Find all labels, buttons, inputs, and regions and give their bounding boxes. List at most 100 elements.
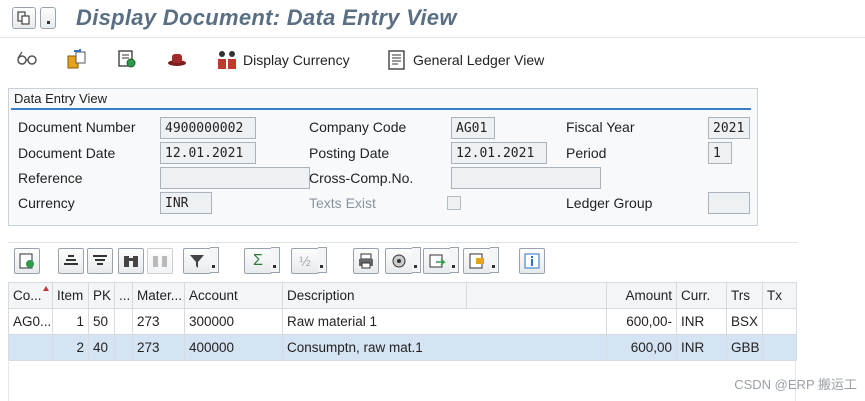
sum-icon: Σ xyxy=(253,252,263,269)
cell-item[interactable]: 2 xyxy=(52,334,89,361)
ledger-group-field[interactable] xyxy=(708,192,750,214)
views-dropdown[interactable] xyxy=(412,247,421,273)
column-header[interactable]: Amount xyxy=(606,282,677,309)
subtotal-dropdown[interactable] xyxy=(318,247,327,273)
cell-currency[interactable]: INR xyxy=(676,308,727,335)
cell-account[interactable]: 300000 xyxy=(184,308,283,335)
cell-s[interactable] xyxy=(114,334,133,361)
cell-company[interactable] xyxy=(8,334,53,361)
currency-label: Currency xyxy=(18,195,75,211)
currency-field[interactable]: INR xyxy=(160,192,212,214)
find-button[interactable] xyxy=(118,248,144,274)
cell-pk[interactable]: 40 xyxy=(88,334,115,361)
cell-amount[interactable]: 600,00 xyxy=(606,334,677,361)
document-header-icon[interactable] xyxy=(116,48,138,70)
cell-trs[interactable]: BSX xyxy=(726,308,763,335)
cross-comp-field[interactable] xyxy=(451,167,601,189)
watermark-text: CSDN @ERP 搬运工 xyxy=(734,377,857,392)
document-date-field[interactable]: 12.01.2021 xyxy=(160,142,256,164)
glasses-icon[interactable] xyxy=(16,48,38,70)
details-button[interactable] xyxy=(14,248,40,274)
column-header[interactable]: ... xyxy=(114,282,133,309)
application-toolbar: Display Currency General Ledger View xyxy=(0,42,865,78)
document-number-field[interactable]: 4900000002 xyxy=(160,117,256,139)
details-icon xyxy=(19,253,34,269)
column-header[interactable]: Curr. xyxy=(676,282,727,309)
general-ledger-view-label: General Ledger View xyxy=(413,52,545,68)
hat-icon[interactable] xyxy=(166,48,188,70)
company-code-field[interactable]: AG01 xyxy=(451,117,495,139)
total-button[interactable]: Σ xyxy=(244,247,280,274)
cell-material[interactable]: 273 xyxy=(132,334,185,361)
table-header-row: Co... Item PK ... Mater... Account Descr… xyxy=(8,282,797,309)
column-header[interactable] xyxy=(466,282,607,309)
column-header[interactable]: Co... xyxy=(8,282,53,309)
ledger-group-label: Ledger Group xyxy=(566,195,653,211)
filter-icon xyxy=(190,255,204,268)
layout-button[interactable] xyxy=(463,247,499,274)
column-header[interactable]: Item xyxy=(52,282,89,309)
other-document-icon[interactable] xyxy=(66,48,88,70)
alv-toolbar: Σ ½ xyxy=(8,242,798,278)
find-next-button[interactable] xyxy=(147,248,173,274)
document-number-label: Document Number xyxy=(18,119,136,135)
export-button[interactable] xyxy=(423,247,459,274)
posting-date-label: Posting Date xyxy=(309,145,390,161)
cell-trs[interactable]: GBB xyxy=(726,334,763,361)
column-header[interactable]: PK xyxy=(88,282,115,309)
cell-description[interactable]: Raw material 1 xyxy=(282,308,607,335)
column-header[interactable]: Tx xyxy=(762,282,797,309)
line-items-table: Co... Item PK ... Mater... Account Descr… xyxy=(8,282,797,361)
column-header[interactable]: Trs xyxy=(726,282,763,309)
cell-account[interactable]: 400000 xyxy=(184,334,283,361)
column-header[interactable]: Mater... xyxy=(132,282,185,309)
cross-comp-label: Cross-Comp.No. xyxy=(309,170,414,186)
group-title: Data Entry View xyxy=(14,91,107,106)
filter-dropdown[interactable] xyxy=(210,247,219,273)
layout-icon xyxy=(469,253,484,269)
cell-s[interactable] xyxy=(114,308,133,335)
system-menu-button[interactable] xyxy=(12,7,36,29)
sort-descending-button[interactable] xyxy=(87,248,113,274)
views-button[interactable] xyxy=(385,247,421,274)
menu-dropdown-button[interactable] xyxy=(40,7,56,29)
cell-pk[interactable]: 50 xyxy=(88,308,115,335)
information-button[interactable] xyxy=(519,248,545,274)
cell-amount[interactable]: 600,00- xyxy=(606,308,677,335)
grid-empty-area xyxy=(8,360,796,401)
document-date-label: Document Date xyxy=(18,145,116,161)
subtotal-button[interactable]: ½ xyxy=(291,247,327,274)
cell-material[interactable]: 273 xyxy=(132,308,185,335)
cell-tx[interactable] xyxy=(762,334,797,361)
fiscal-year-field[interactable]: 2021 xyxy=(708,117,750,139)
posting-date-field[interactable]: 12.01.2021 xyxy=(451,142,547,164)
total-dropdown[interactable] xyxy=(271,247,280,273)
texts-exist-checkbox[interactable] xyxy=(447,196,461,210)
period-field[interactable]: 1 xyxy=(708,142,732,164)
print-icon xyxy=(359,253,373,269)
print-button[interactable] xyxy=(353,248,379,274)
column-header[interactable]: Description xyxy=(282,282,467,309)
general-ledger-view-button[interactable]: General Ledger View xyxy=(386,47,544,73)
period-label: Period xyxy=(566,145,607,161)
sort-ascending-button[interactable] xyxy=(58,248,84,274)
layout-dropdown[interactable] xyxy=(490,247,499,273)
table-row[interactable]: 2 40 273 400000 Consumptn, raw mat.1 600… xyxy=(8,334,797,361)
reference-field[interactable] xyxy=(160,167,310,189)
cell-tx[interactable] xyxy=(762,308,797,335)
reference-label: Reference xyxy=(18,170,83,186)
ledger-icon xyxy=(388,50,405,70)
subtotal-icon: ½ xyxy=(299,253,311,269)
table-row[interactable]: AG0... 1 50 273 300000 Raw material 1 60… xyxy=(8,308,797,335)
cell-item[interactable]: 1 xyxy=(52,308,89,335)
display-currency-button[interactable]: Display Currency xyxy=(216,47,350,73)
column-header[interactable]: Account xyxy=(184,282,283,309)
fiscal-year-label: Fiscal Year xyxy=(566,119,635,135)
currency-icon xyxy=(218,51,236,69)
title-bar: Display Document: Data Entry View xyxy=(0,0,865,38)
export-dropdown[interactable] xyxy=(450,247,459,273)
filter-button[interactable] xyxy=(183,247,219,274)
cell-company[interactable]: AG0... xyxy=(8,308,53,335)
cell-currency[interactable]: INR xyxy=(676,334,727,361)
cell-description[interactable]: Consumptn, raw mat.1 xyxy=(282,334,607,361)
